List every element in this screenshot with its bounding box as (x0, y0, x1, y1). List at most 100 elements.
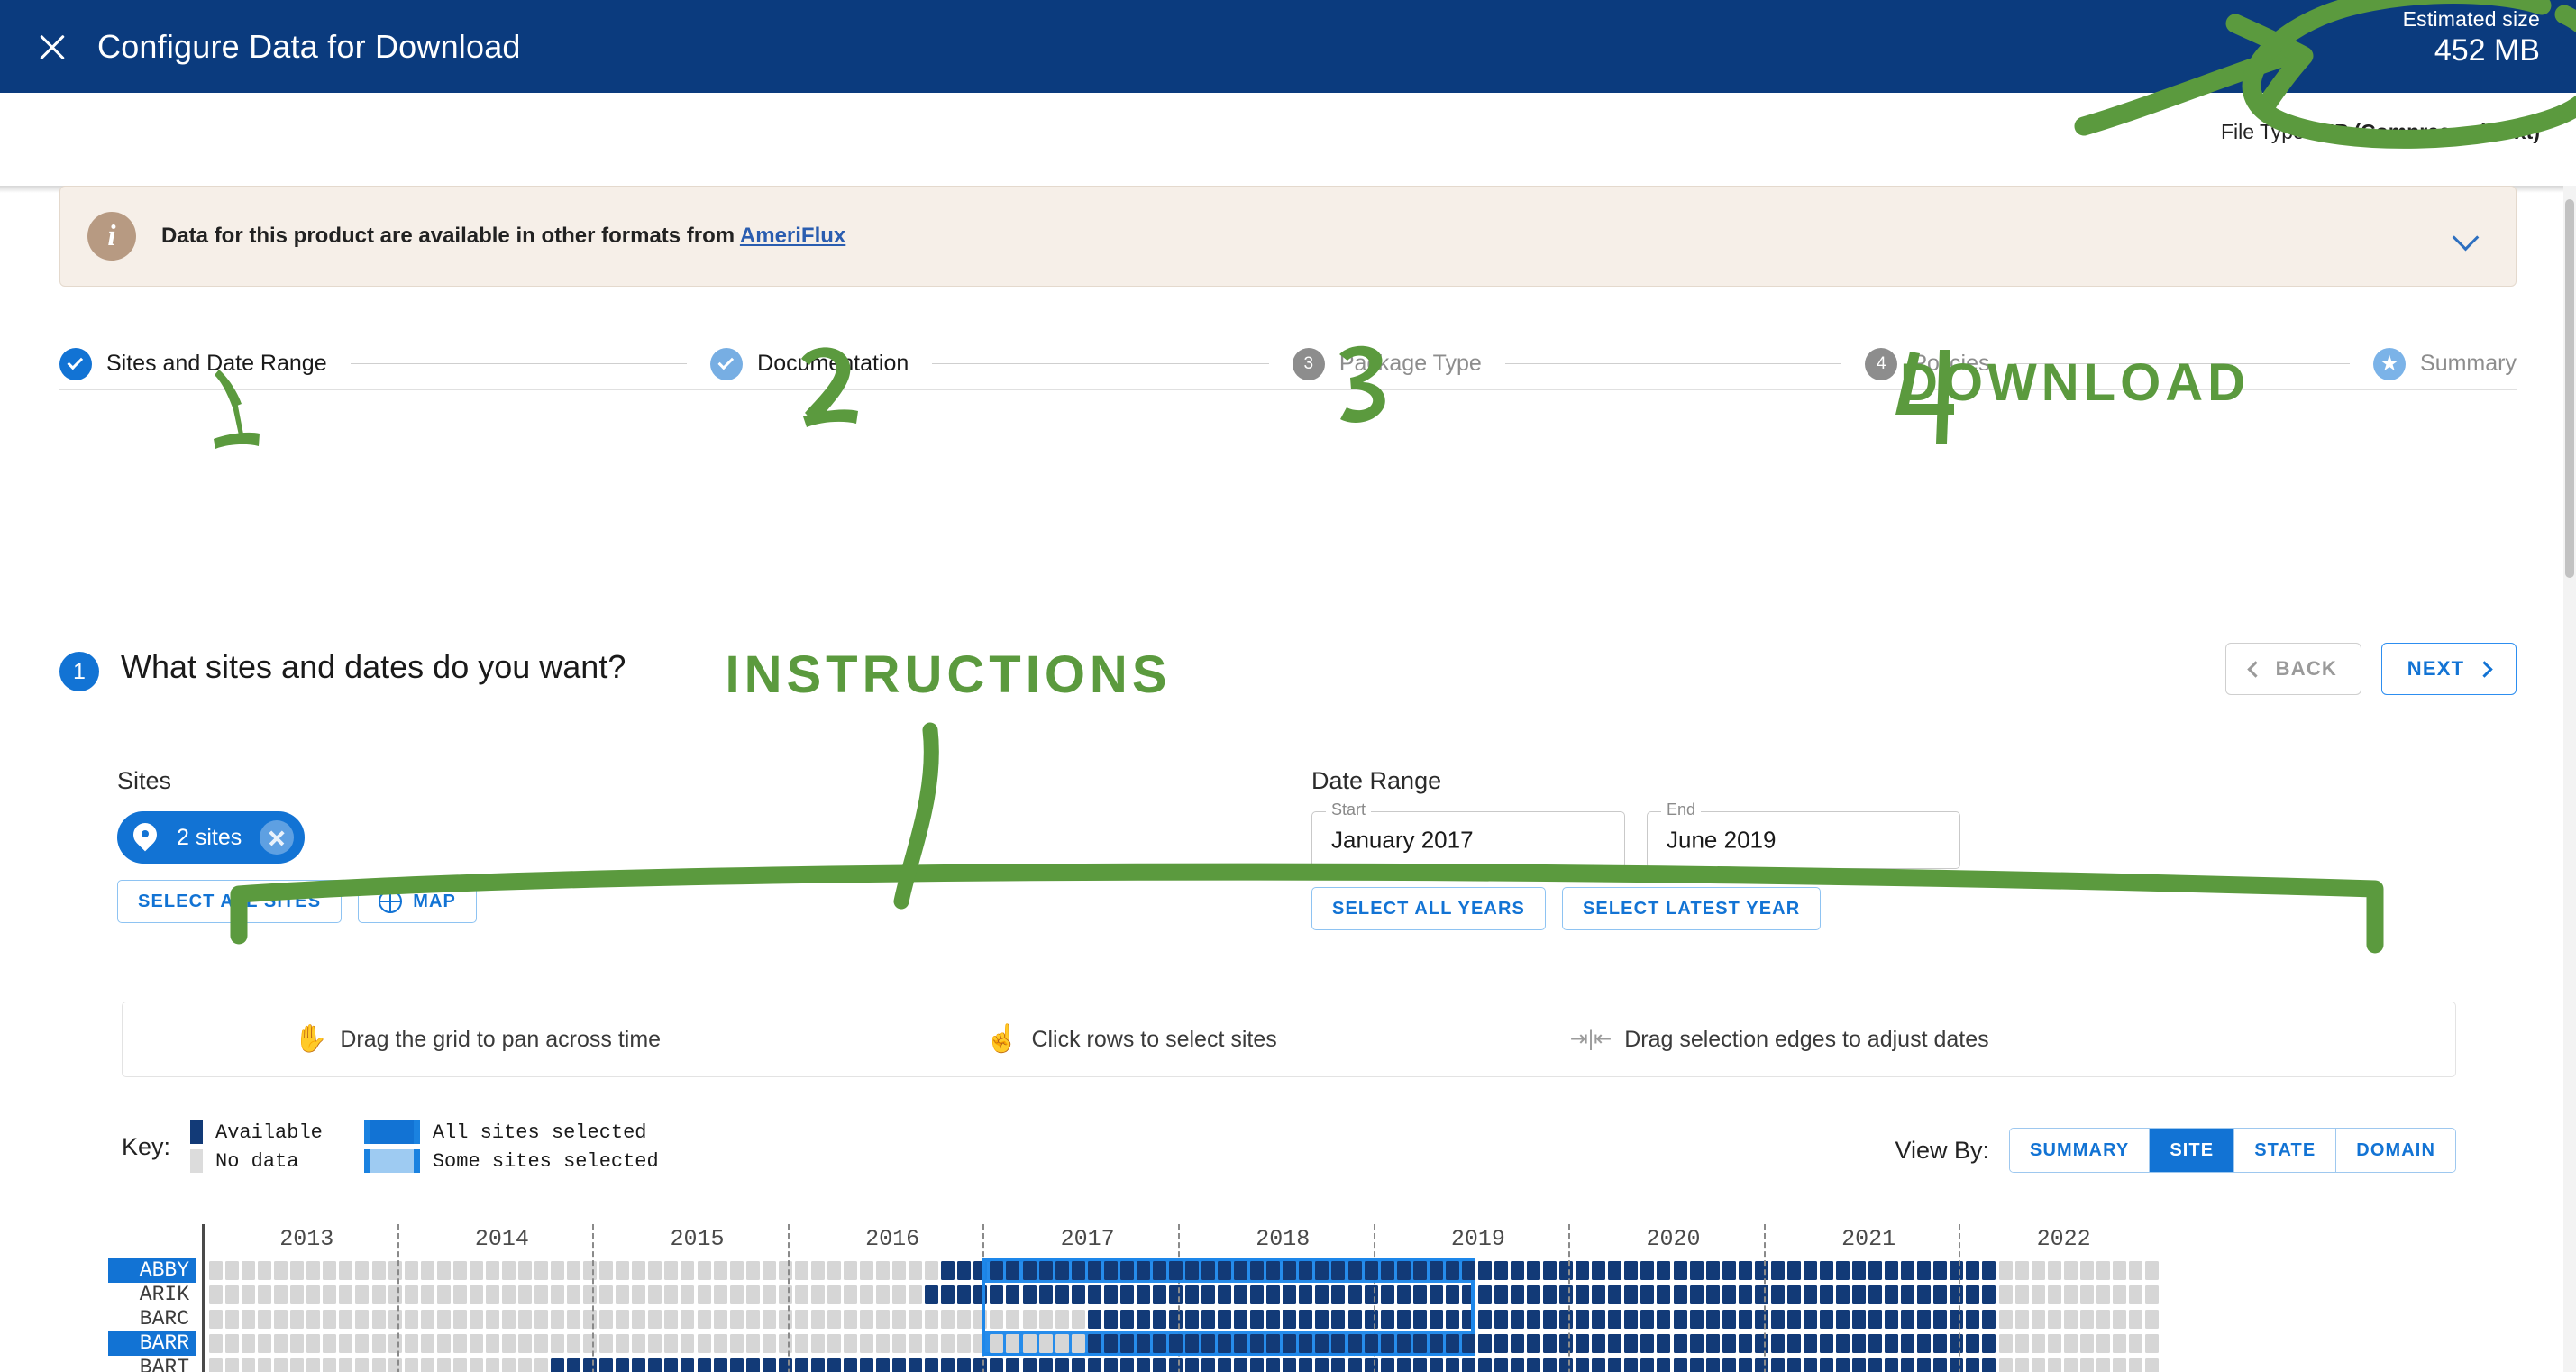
sites-chip[interactable]: 2 sites (117, 811, 305, 864)
grid-year-divider (788, 1224, 790, 1372)
grid-site-row[interactable]: BARR (108, 1331, 2488, 1356)
grid-cell-available (1218, 1310, 1231, 1329)
grid-cell-no-data (730, 1261, 744, 1280)
grid-cell-available (1771, 1358, 1785, 1372)
grid-cell-available (1640, 1285, 1654, 1304)
grid-site-label[interactable]: BARR (108, 1331, 196, 1356)
grid-cell-no-data (323, 1310, 336, 1329)
view-by-domain[interactable]: DOMAIN (2336, 1129, 2455, 1172)
instruction-bar: ✋ Drag the grid to pan across time ☝ Cli… (122, 1002, 2456, 1077)
step-marker-check (710, 348, 743, 380)
step-package-type[interactable]: 3 Package Type (1293, 348, 1482, 380)
close-icon[interactable] (32, 27, 72, 67)
grid-cell-available (1933, 1334, 1947, 1353)
grid-cell-available (1674, 1358, 1687, 1372)
step-sites-and-date-range[interactable]: Sites and Date Range (59, 348, 327, 380)
key-item-available: Available (190, 1120, 323, 1144)
grid-year-label: 2016 (865, 1226, 919, 1252)
grid-cell-no-data (811, 1334, 825, 1353)
grid-cell-no-data (258, 1285, 271, 1304)
grid-cell-no-data (306, 1334, 320, 1353)
grid-cell-no-data (323, 1358, 336, 1372)
availability-grid[interactable]: 2013201420152016201720182019202020212022… (108, 1224, 2488, 1372)
grid-cell-available (681, 1358, 694, 1372)
grid-cell-available (1755, 1334, 1768, 1353)
grid-site-row[interactable]: BARC (108, 1307, 2488, 1331)
grid-site-label[interactable]: ABBY (108, 1258, 196, 1283)
grid-cell-available (1771, 1285, 1785, 1304)
scrollbar-thumb[interactable] (2565, 199, 2574, 578)
grid-cell-available (664, 1358, 678, 1372)
chevron-down-icon[interactable] (2453, 223, 2480, 250)
grid-cell-no-data (2145, 1310, 2159, 1329)
grid-cell-no-data (323, 1334, 336, 1353)
grid-site-label[interactable]: ARIK (108, 1283, 196, 1307)
grid-cell-available (1137, 1334, 1150, 1353)
grid-site-label[interactable]: BART (108, 1356, 196, 1372)
grid-cell-available (1430, 1285, 1443, 1304)
select-all-sites-button[interactable]: SELECT ALL SITES (117, 880, 342, 923)
grid-cell-no-data (339, 1310, 352, 1329)
grid-cell-available (1511, 1310, 1524, 1329)
back-button[interactable]: BACK (2225, 643, 2361, 695)
grid-cell-no-data (925, 1334, 938, 1353)
grid-cell-available (1283, 1310, 1296, 1329)
grid-cell-no-data (388, 1285, 402, 1304)
grid-site-label[interactable]: BARC (108, 1307, 196, 1331)
grid-cell-no-data (957, 1334, 971, 1353)
grid-site-row[interactable]: ARIK (108, 1283, 2488, 1307)
grid-site-row[interactable]: BART (108, 1356, 2488, 1372)
end-date-field[interactable]: End June 2019 (1647, 811, 1960, 869)
select-all-years-button[interactable]: SELECT ALL YEARS (1311, 887, 1546, 930)
grid-cell-no-data (551, 1261, 564, 1280)
grid-cell-available (1006, 1261, 1019, 1280)
end-date-legend: End (1661, 800, 1701, 819)
grid-cell-no-data (763, 1261, 776, 1280)
grid-year-label: 2013 (279, 1226, 333, 1252)
grid-cell-available (1657, 1334, 1670, 1353)
step-documentation[interactable]: Documentation (710, 348, 909, 380)
grid-cell-no-data (470, 1310, 483, 1329)
grid-cell-available (616, 1358, 629, 1372)
grid-cell-no-data (2145, 1285, 2159, 1304)
grid-cell-no-data (2015, 1310, 2029, 1329)
grid-cell-no-data (714, 1310, 727, 1329)
grid-cell-available (1413, 1334, 1427, 1353)
grid-cell-no-data (698, 1285, 711, 1304)
grid-cell-available (1266, 1310, 1280, 1329)
grid-cell-no-data (827, 1261, 841, 1280)
view-by-summary[interactable]: SUMMARY (2010, 1129, 2150, 1172)
grid-cell-available (1250, 1334, 1264, 1353)
ameriflux-link[interactable]: AmeriFlux (740, 224, 845, 248)
grid-cell-no-data (306, 1261, 320, 1280)
view-by-state[interactable]: STATE (2234, 1129, 2336, 1172)
step-connector (1505, 363, 1842, 364)
estimated-size-label: Estimated size (2403, 5, 2540, 32)
grid-cell-available (1592, 1358, 1605, 1372)
grid-cell-available (1055, 1261, 1069, 1280)
grid-cell-no-data (714, 1261, 727, 1280)
grid-cell-available (1315, 1334, 1329, 1353)
step-policies[interactable]: 4 Policies (1865, 348, 1989, 380)
select-latest-year-button[interactable]: SELECT LATEST YEAR (1562, 887, 1821, 930)
grid-cell-no-data (470, 1358, 483, 1372)
chevron-right-icon (2477, 661, 2493, 677)
grid-cell-no-data (388, 1334, 402, 1353)
step-label: Package Type (1339, 351, 1482, 377)
instruction-click-rows: ☝ Click rows to select sites (985, 1026, 1277, 1053)
grid-cell-available (1120, 1261, 1134, 1280)
step-summary[interactable]: ★ Summary (2373, 348, 2517, 380)
grid-cell-no-data (421, 1285, 434, 1304)
start-date-field[interactable]: Start January 2017 (1311, 811, 1625, 869)
step-connector (351, 363, 688, 364)
view-by-site[interactable]: SITE (2150, 1129, 2234, 1172)
grid-cell-available (1348, 1310, 1362, 1329)
grid-cell-no-data (323, 1261, 336, 1280)
grid-site-row[interactable]: ABBY (108, 1258, 2488, 1283)
grid-cell-no-data (2048, 1334, 2061, 1353)
next-button[interactable]: NEXT (2381, 643, 2517, 695)
grid-cell-available (1218, 1285, 1231, 1304)
close-circle-icon[interactable] (260, 820, 294, 855)
map-button[interactable]: MAP (358, 880, 477, 923)
grid-cell-no-data (860, 1310, 873, 1329)
